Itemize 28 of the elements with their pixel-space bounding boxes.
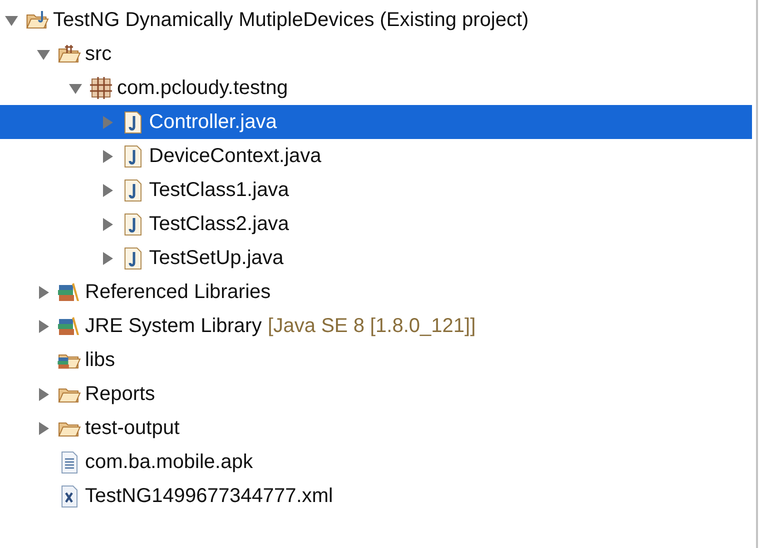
tree-item-label[interactable]: libs (85, 348, 116, 372)
expand-arrow-icon[interactable] (100, 148, 115, 164)
library-icon (57, 280, 81, 304)
tree-item-label[interactable]: TestClass2.java (149, 212, 290, 236)
expand-arrow-icon[interactable] (100, 216, 115, 232)
tree-item-highlight[interactable]: Controller.java (0, 105, 752, 139)
tree-item-label[interactable]: TestNG1499677344777.xml (85, 484, 333, 508)
tree-item-label[interactable]: com.pcloudy.testng (117, 76, 288, 100)
expand-arrow-icon[interactable] (100, 250, 115, 266)
tree-item-label[interactable]: TestClass1.java (149, 178, 290, 202)
expand-arrow-icon[interactable] (36, 420, 51, 436)
tree-item-label[interactable]: DeviceContext.java (149, 144, 322, 168)
expand-arrow-icon[interactable] (36, 386, 51, 402)
library-icon (57, 314, 81, 338)
tree-item-label[interactable]: TestSetUp.java (149, 246, 284, 270)
expand-arrow-icon[interactable] (36, 284, 51, 300)
tree-item-label[interactable]: Referenced Libraries (85, 280, 271, 304)
tree-item-label[interactable]: TestNG Dynamically MutipleDevices (Existing project) (53, 8, 529, 32)
expand-arrow-icon[interactable] (36, 318, 51, 334)
tree-item-label[interactable]: Controller.java (149, 110, 277, 134)
tree-item-label[interactable]: Reports (85, 382, 156, 406)
tree-item-label[interactable]: com.ba.mobile.apk (85, 450, 253, 474)
tree-item-label[interactable]: src (85, 42, 112, 66)
tree-item-label[interactable]: JRE System Library (85, 314, 262, 338)
package-icon (89, 76, 113, 100)
library-version-label: [Java SE 8 [1.8.0_121]] (268, 314, 476, 338)
expand-arrow-icon[interactable] (100, 182, 115, 198)
tree-item-label[interactable]: test-output (85, 416, 180, 440)
